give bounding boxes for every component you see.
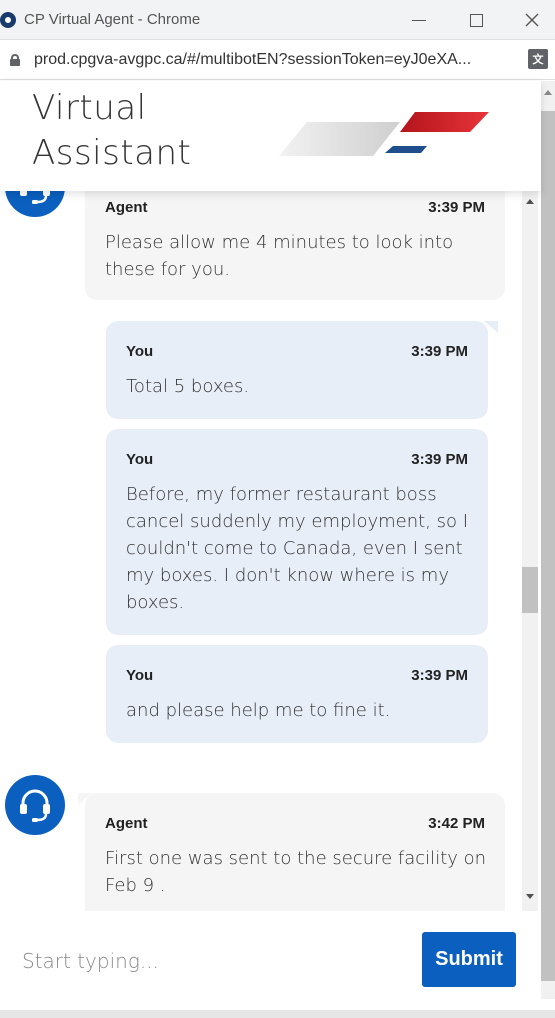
close-button[interactable] <box>518 6 546 34</box>
page-title-line1: Virtual <box>32 88 147 128</box>
message-input[interactable]: Start typing... <box>22 941 402 981</box>
page-scrollbar[interactable] <box>541 81 555 999</box>
minimize-icon <box>412 19 426 21</box>
chat-scrollbar[interactable] <box>522 191 538 911</box>
composer: Start typing... Submit <box>0 911 541 1010</box>
scroll-up-icon[interactable] <box>526 199 534 204</box>
scroll-up-icon[interactable] <box>541 85 555 99</box>
agent-avatar <box>5 191 65 217</box>
message-time: 3:39 PM <box>411 667 468 684</box>
message-sender: You <box>126 667 154 684</box>
address-bar[interactable]: prod.cpgva-avgpc.ca/#/multibotEN?session… <box>0 40 555 80</box>
translate-icon[interactable]: 文 <box>528 49 548 69</box>
close-icon <box>525 13 539 27</box>
window-bottom-edge <box>0 1010 555 1018</box>
message-time: 3:39 PM <box>411 343 468 360</box>
url-text[interactable]: prod.cpgva-avgpc.ca/#/multibotEN?session… <box>34 51 524 69</box>
message-sender: Agent <box>105 199 148 216</box>
canada-post-logo <box>279 112 489 156</box>
scroll-down-icon[interactable] <box>526 894 534 899</box>
message-text: Total 5 boxes. <box>126 376 250 397</box>
message-text: and please help me to fine it. <box>126 700 391 721</box>
headset-icon <box>20 191 50 204</box>
message-time: 3:39 PM <box>428 199 485 216</box>
maximize-button[interactable] <box>462 6 490 34</box>
maximize-icon <box>469 13 483 27</box>
message-text: First one was sent to the secure facilit… <box>105 848 487 896</box>
message-sender: You <box>126 343 154 360</box>
scroll-thumb[interactable] <box>522 567 538 613</box>
message-you: You 3:39 PM and please help me to fine i… <box>106 645 488 743</box>
page-title-line2: Assistant <box>32 133 192 173</box>
app-header: Virtual Assistant <box>0 81 541 191</box>
message-time: 3:39 PM <box>411 451 468 468</box>
headset-icon <box>20 789 50 822</box>
message-agent: Agent 3:42 PM First one was sent to the … <box>85 793 505 911</box>
lock-icon <box>10 53 20 66</box>
scroll-track[interactable] <box>541 111 555 981</box>
message-sender: Agent <box>105 815 148 832</box>
message-time: 3:42 PM <box>428 815 485 832</box>
message-you: You 3:39 PM Total 5 boxes. <box>106 321 488 419</box>
message-agent: Agent 3:39 PM Please allow me 4 minutes … <box>85 191 505 300</box>
window-titlebar: CP Virtual Agent - Chrome <box>0 0 555 40</box>
window-title: CP Virtual Agent - Chrome <box>24 11 201 28</box>
page-title: Virtual Assistant <box>32 86 191 176</box>
message-you: You 3:39 PM Before, my former restaurant… <box>106 429 488 635</box>
agent-avatar <box>5 775 65 835</box>
chat-log[interactable]: Agent 3:39 PM Please allow me 4 minutes … <box>0 191 541 911</box>
submit-button[interactable]: Submit <box>422 932 516 987</box>
message-sender: You <box>126 451 154 468</box>
message-text: Please allow me 4 minutes to look into t… <box>105 232 454 280</box>
message-text: Before, my former restaurant boss cancel… <box>126 484 469 613</box>
minimize-button[interactable] <box>405 6 433 34</box>
cp-favicon-icon <box>0 11 16 28</box>
